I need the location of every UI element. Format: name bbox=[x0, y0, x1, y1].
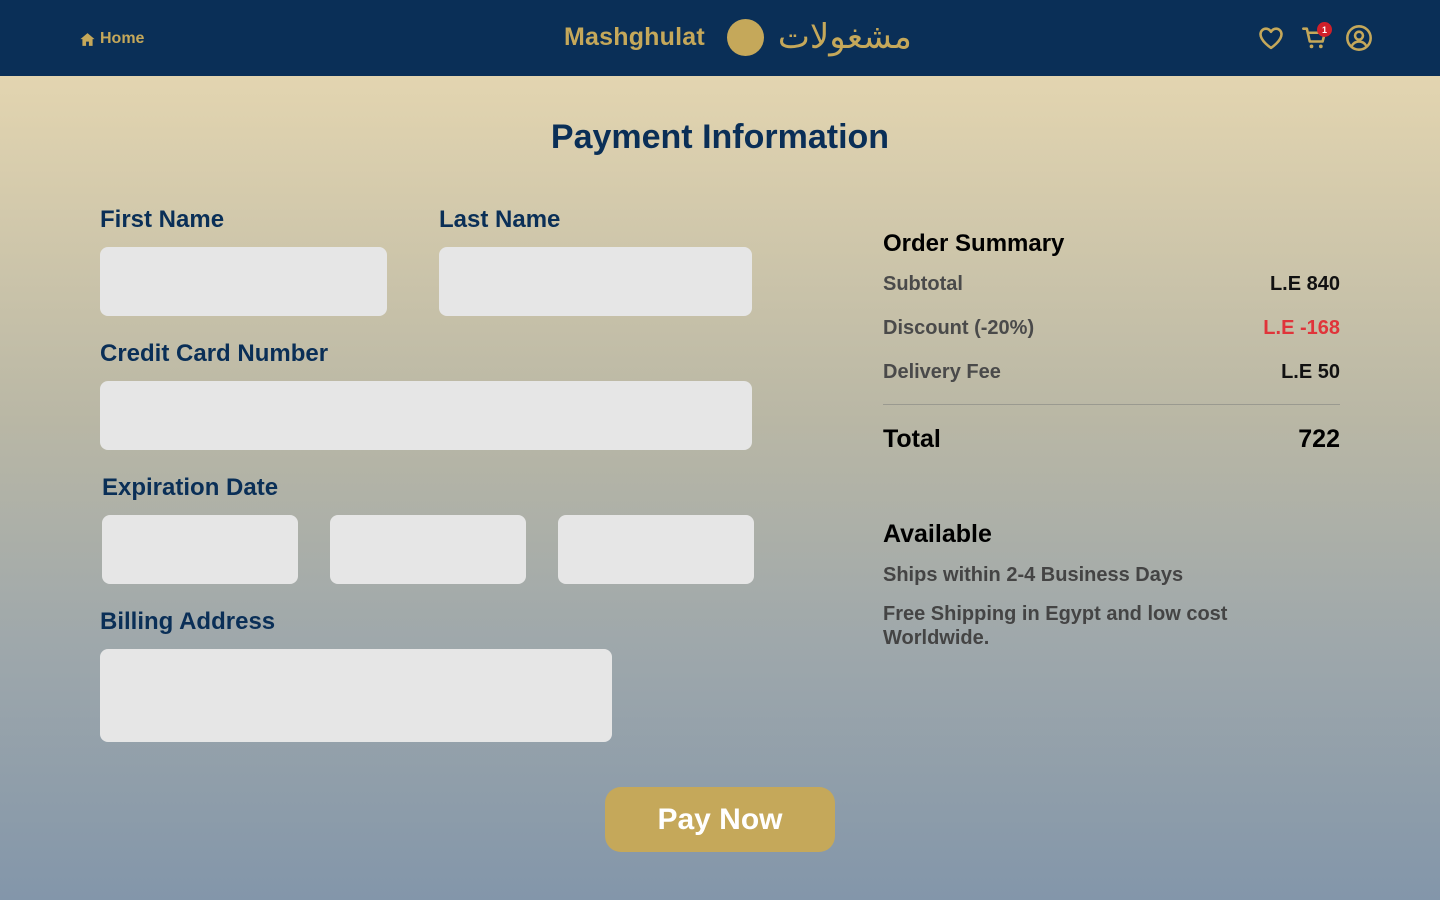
shipping-time-text: Ships within 2-4 Business Days bbox=[883, 564, 1184, 586]
billing-address-label: Billing Address bbox=[100, 608, 276, 635]
last-name-label: Last Name bbox=[439, 206, 561, 233]
subtotal-row: Subtotal L.E 840 bbox=[883, 262, 1340, 306]
total-row: Total 722 bbox=[883, 405, 1340, 473]
shipping-info-text: Free Shipping in Egypt and low cost Worl… bbox=[883, 603, 1228, 649]
brand-name-latin: Mashghulat bbox=[564, 22, 705, 51]
last-name-input[interactable] bbox=[439, 247, 752, 316]
delivery-fee-value: L.E 50 bbox=[1281, 360, 1340, 383]
subtotal-label: Subtotal bbox=[883, 272, 963, 295]
delivery-fee-row: Delivery Fee L.E 50 bbox=[883, 350, 1340, 394]
discount-row: Discount (-20%) L.E -168 bbox=[883, 306, 1340, 350]
expiration-field-1[interactable] bbox=[102, 515, 298, 584]
discount-label: Discount (-20%) bbox=[883, 316, 1035, 339]
top-navbar: Home Mashghulat مشغولات 1 bbox=[0, 0, 1440, 76]
first-name-label: First Name bbox=[100, 206, 225, 233]
card-number-label: Credit Card Number bbox=[100, 340, 329, 367]
brand-logo[interactable]: Mashghulat مشغولات bbox=[564, 14, 912, 60]
brand-dot bbox=[726, 18, 764, 56]
card-number-input[interactable] bbox=[100, 381, 752, 450]
expiration-field-2[interactable] bbox=[330, 515, 526, 584]
cart-button[interactable]: 1 bbox=[1300, 22, 1332, 53]
header-actions: 1 bbox=[1256, 22, 1374, 53]
home-link-label: Home bbox=[100, 30, 145, 47]
account-button[interactable] bbox=[1344, 23, 1374, 53]
subtotal-value: L.E 840 bbox=[1269, 272, 1340, 295]
home-link[interactable]: Home bbox=[79, 28, 144, 50]
brand-name-arabic: مشغولات bbox=[777, 17, 912, 57]
pay-now-button[interactable]: Pay Now bbox=[605, 787, 835, 852]
availability-info: Available Ships within 2-4 Business Days… bbox=[883, 520, 1283, 665]
expiration-field-3[interactable] bbox=[558, 515, 754, 584]
heart-icon bbox=[1259, 27, 1283, 50]
home-icon bbox=[80, 32, 95, 46]
total-label: Total bbox=[883, 424, 941, 453]
order-summary: Order Summary Subtotal L.E 840 Discount … bbox=[883, 230, 1340, 473]
discount-value: L.E -168 bbox=[1263, 316, 1340, 339]
cart-count-badge: 1 bbox=[1317, 22, 1332, 37]
first-name-input[interactable] bbox=[100, 247, 387, 316]
page-title: Payment Information bbox=[550, 118, 890, 156]
total-value: 722 bbox=[1298, 424, 1340, 453]
user-icon bbox=[1346, 25, 1372, 51]
delivery-fee-label: Delivery Fee bbox=[883, 360, 1001, 383]
wishlist-button[interactable] bbox=[1256, 23, 1286, 53]
billing-address-input[interactable] bbox=[100, 649, 612, 742]
order-summary-title: Order Summary bbox=[883, 230, 1065, 257]
availability-title: Available bbox=[883, 520, 992, 548]
expiration-date-label: Expiration Date bbox=[102, 474, 279, 501]
